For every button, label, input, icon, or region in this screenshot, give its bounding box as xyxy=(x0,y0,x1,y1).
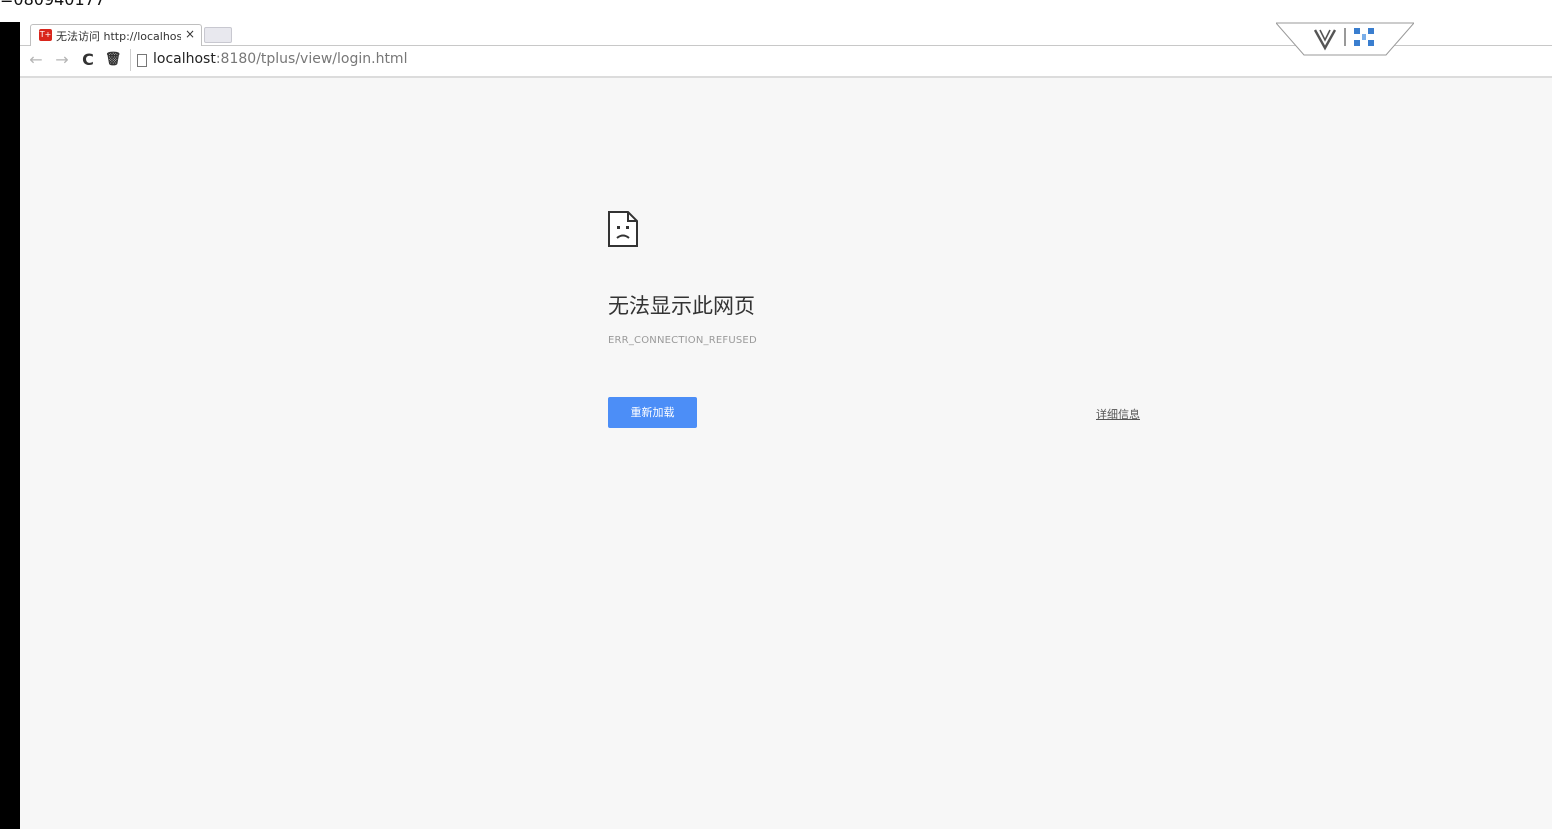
reload-icon[interactable]: C xyxy=(78,50,98,70)
top-strip-text: =080940177 xyxy=(0,0,105,9)
left-edge-bar xyxy=(0,22,20,829)
trash-icon[interactable]: 🗑 xyxy=(103,50,123,70)
sad-document-icon xyxy=(608,211,638,247)
new-tab-button[interactable] xyxy=(204,27,232,43)
browser-window: T+ 无法访问 http://localhost:8180/tplus/view… xyxy=(20,22,1552,829)
tab-active[interactable]: T+ 无法访问 http://localhost:8180/tplus/view… xyxy=(30,24,202,46)
error-code: ERR_CONNECTION_REFUSED xyxy=(608,335,757,346)
tab-close-icon[interactable]: × xyxy=(185,27,195,41)
page-icon xyxy=(137,54,147,67)
favicon-icon: T+ xyxy=(39,29,52,41)
error-page: 无法显示此网页 ERR_CONNECTION_REFUSED 重新加载 详细信息 xyxy=(20,78,1552,829)
url-host: localhost xyxy=(153,51,216,67)
url-text: localhost:8180/tplus/view/login.html xyxy=(153,51,407,67)
reload-button[interactable]: 重新加载 xyxy=(608,397,697,428)
extension-panel xyxy=(1276,22,1414,56)
error-title: 无法显示此网页 xyxy=(608,294,755,318)
tab-title: 无法访问 http://localhost:8180/tplus/view/lo… xyxy=(56,30,181,43)
back-icon[interactable]: ← xyxy=(26,50,46,70)
url-path: :8180/tplus/view/login.html xyxy=(215,51,408,67)
forward-icon[interactable]: → xyxy=(52,50,72,70)
top-strip: =080940177 xyxy=(0,0,1552,22)
details-link[interactable]: 详细信息 xyxy=(1096,406,1140,422)
